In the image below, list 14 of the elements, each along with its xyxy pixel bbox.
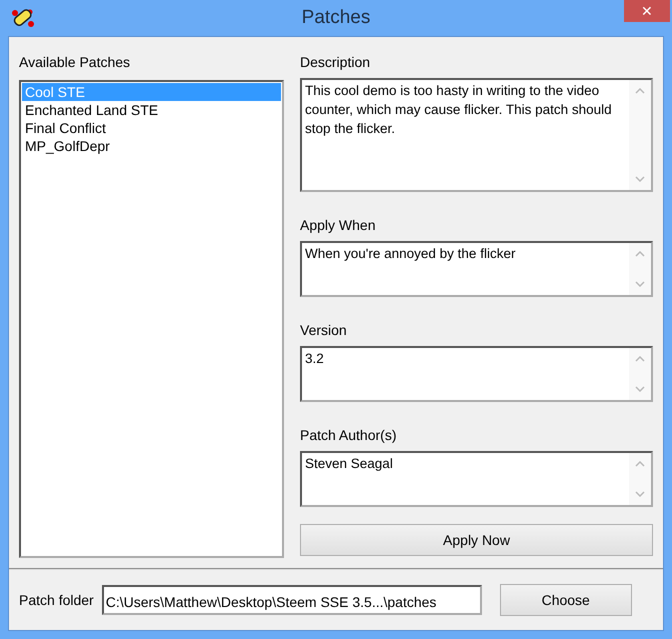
- folder-path-field[interactable]: C:\Users\Matthew\Desktop\Steem SSE 3.5...\patches: [102, 585, 482, 615]
- list-item[interactable]: MP_GolfDepr: [22, 137, 281, 155]
- folder-label: Patch folder: [19, 592, 94, 608]
- list-item[interactable]: Enchanted Land STE: [22, 101, 281, 119]
- apply-now-button[interactable]: Apply Now: [300, 524, 653, 556]
- close-button[interactable]: ✕: [624, 0, 670, 22]
- choose-button[interactable]: Choose: [500, 584, 632, 616]
- list-label: Available Patches: [19, 54, 132, 72]
- field-label: Patch Author(s): [300, 427, 398, 445]
- window-title: Patches: [302, 7, 370, 29]
- field-label: Description: [300, 54, 372, 72]
- field-label: Version: [300, 322, 348, 340]
- field-label: Apply When: [300, 217, 376, 235]
- list-item[interactable]: Final Conflict: [22, 119, 281, 137]
